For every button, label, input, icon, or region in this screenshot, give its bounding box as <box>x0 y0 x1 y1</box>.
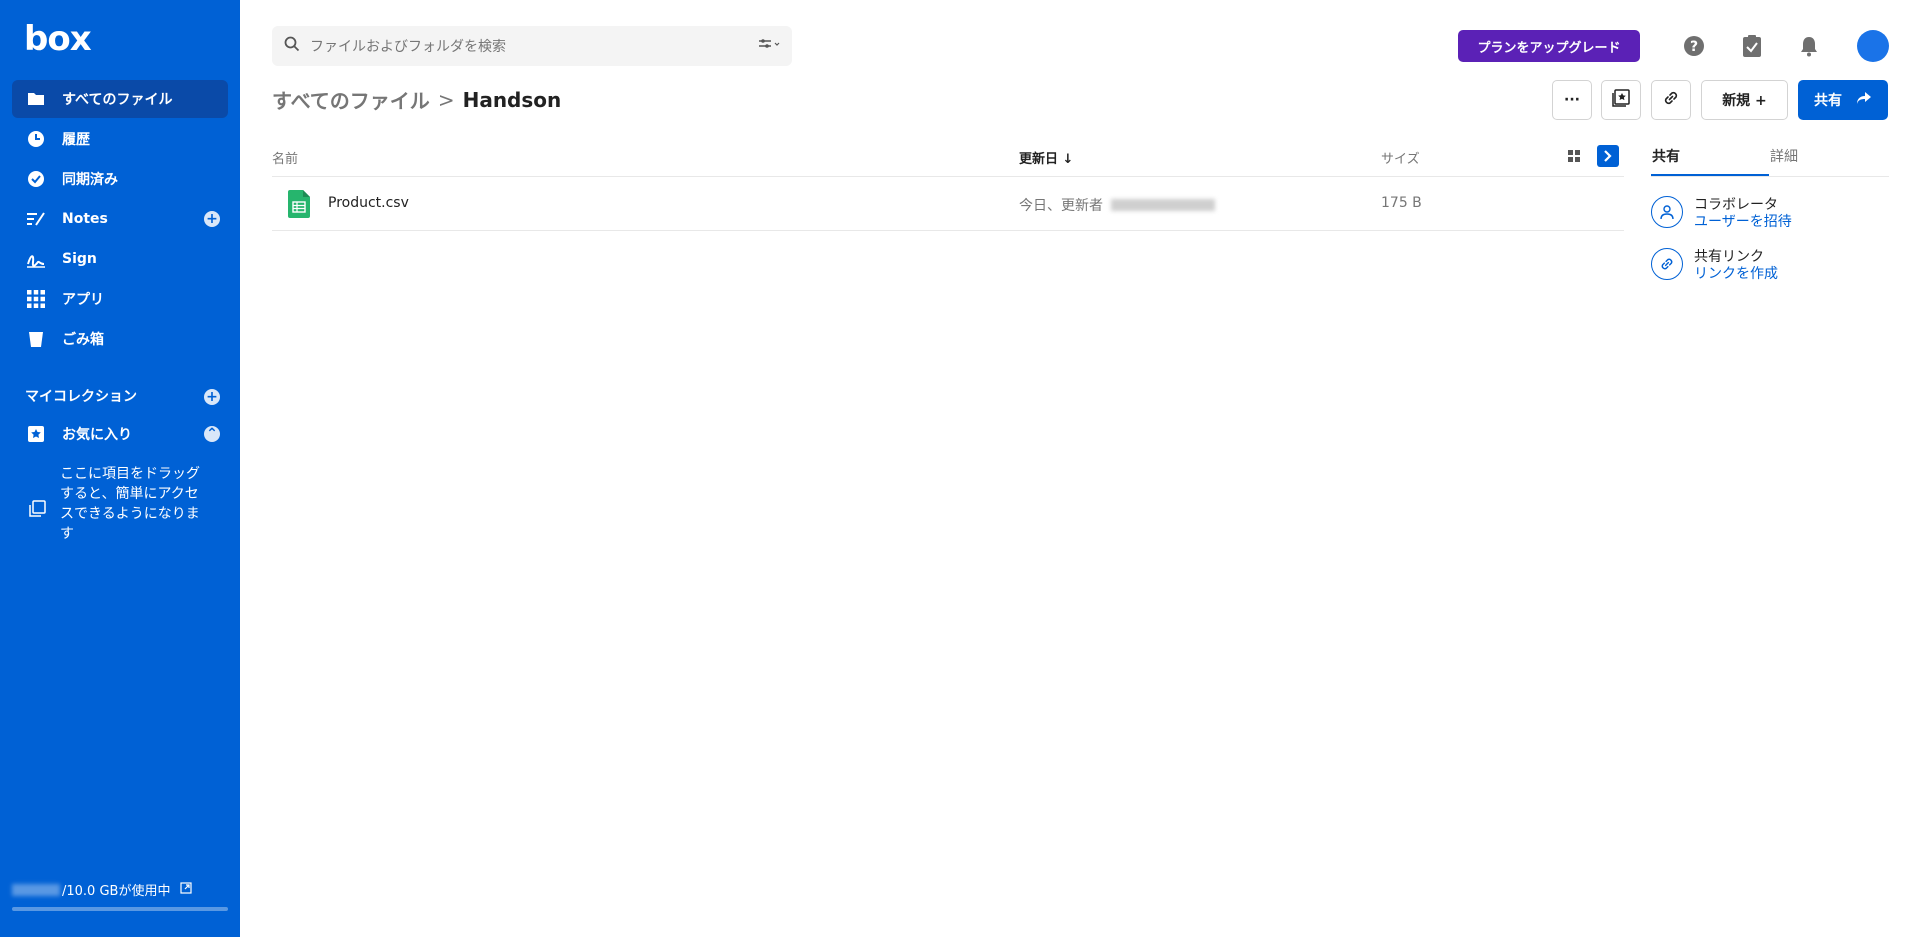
favorites-empty-hint: ここに項目をドラッグすると、簡単にアクセスできるようになります <box>28 464 228 544</box>
sidebar-item-all-files[interactable]: すべてのファイル <box>12 80 228 118</box>
upgrade-plan-button[interactable]: プランをアップグレード <box>1458 30 1640 62</box>
sidebar-item-sign[interactable]: Sign <box>12 240 228 278</box>
column-header-size[interactable]: サイズ <box>1381 148 1420 167</box>
favorites-icon <box>26 424 46 444</box>
trash-icon <box>26 329 46 349</box>
storage-label: /10.0 GBが使用中 <box>62 884 171 899</box>
storage-used-value <box>12 883 60 896</box>
storage-progress-bar <box>12 907 228 911</box>
modified-text: 今日、更新者 <box>1019 198 1103 214</box>
storage-usage: /10.0 GBが使用中 <box>12 880 193 899</box>
column-header-name[interactable]: 名前 <box>272 148 298 167</box>
collapse-favorites-icon[interactable]: ⌃ <box>204 426 220 442</box>
help-icon[interactable]: ? <box>1681 33 1707 59</box>
share-label: 共有 <box>1814 93 1842 109</box>
grid-view-icon[interactable] <box>1567 148 1581 167</box>
apps-grid-icon <box>26 289 46 309</box>
breadcrumb-root[interactable]: すべてのファイル <box>272 85 430 114</box>
sidebar-item-synced[interactable]: 同期済み <box>12 160 228 198</box>
sidebar-item-label: Notes <box>62 211 108 227</box>
user-avatar[interactable] <box>1857 30 1889 62</box>
invite-users-link[interactable]: ユーザーを招待 <box>1694 211 1792 231</box>
sidebar-item-trash[interactable]: ごみ箱 <box>12 320 228 358</box>
chevron-right-icon <box>1603 147 1613 166</box>
file-size: 175 B <box>1381 195 1422 211</box>
tab-details[interactable]: 詳細 <box>1770 146 1798 166</box>
collection-button[interactable] <box>1601 80 1641 120</box>
sidebar-item-label: 同期済み <box>62 172 118 188</box>
favorites-hint-text: ここに項目をドラッグすると、簡単にアクセスできるようになります <box>60 466 200 542</box>
collection-icon <box>1612 89 1630 111</box>
notification-bell-icon[interactable] <box>1796 33 1822 59</box>
share-button[interactable]: 共有 <box>1798 80 1888 120</box>
link-icon <box>1651 248 1683 280</box>
file-name[interactable]: Product.csv <box>328 195 409 211</box>
sidebar-item-label: すべてのファイル <box>62 92 173 108</box>
tab-divider <box>1651 176 1889 177</box>
sidebar-item-notes[interactable]: Notes + <box>12 200 228 238</box>
tasks-clipboard-icon[interactable] <box>1739 33 1765 59</box>
add-note-icon[interactable]: + <box>204 211 220 227</box>
breadcrumb-separator: > <box>437 87 455 112</box>
search-icon <box>284 36 300 56</box>
breadcrumb-current: Handson <box>462 87 562 112</box>
sidebar-item-label: アプリ <box>62 292 104 308</box>
notes-icon <box>26 209 46 229</box>
user-icon <box>1651 196 1683 228</box>
tab-share[interactable]: 共有 <box>1652 146 1680 166</box>
modifier-name-redacted <box>1111 199 1215 211</box>
sidebar-item-label: ごみ箱 <box>62 332 104 348</box>
more-options-button[interactable]: ··· <box>1552 80 1592 120</box>
toggle-sidebar-panel-button[interactable] <box>1597 145 1619 167</box>
share-arrow-icon <box>1856 91 1872 109</box>
filter-icon[interactable] <box>758 38 780 53</box>
link-icon <box>1662 89 1680 111</box>
file-modified: 今日、更新者 <box>1019 195 1215 215</box>
add-collection-icon[interactable]: + <box>204 389 220 405</box>
clock-icon <box>26 129 46 149</box>
sign-icon <box>26 249 46 269</box>
external-link-icon[interactable] <box>180 881 193 898</box>
breadcrumb: すべてのファイル > Handson <box>272 85 561 114</box>
new-button[interactable]: 新規 + <box>1701 80 1788 120</box>
copy-link-button[interactable] <box>1651 80 1691 120</box>
column-header-modified[interactable]: 更新日 ↓ <box>1019 148 1073 167</box>
csv-file-icon <box>288 190 310 222</box>
check-circle-icon <box>26 169 46 189</box>
collaborators-section: コラボレータ ユーザーを招待 <box>1651 192 1889 232</box>
search-placeholder: ファイルおよびフォルダを検索 <box>310 39 506 55</box>
copy-icon <box>28 500 46 544</box>
svg-text:?: ? <box>1690 39 1698 55</box>
sidebar-item-label: Sign <box>62 251 97 267</box>
folder-icon <box>26 89 46 109</box>
box-logo[interactable]: box <box>24 22 92 56</box>
shared-link-section: 共有リンク リンクを作成 <box>1651 244 1889 284</box>
sidebar-item-history[interactable]: 履歴 <box>12 120 228 158</box>
sidebar: box すべてのファイル 履歴 同期済み Notes + Sign アプリ ごみ… <box>0 0 240 937</box>
table-row[interactable]: Product.csv 今日、更新者 175 B <box>272 177 1624 231</box>
my-collections-label: マイコレクション <box>25 389 137 405</box>
sidebar-item-label: お気に入り <box>62 427 132 443</box>
create-link-link[interactable]: リンクを作成 <box>1694 263 1778 283</box>
sidebar-item-apps[interactable]: アプリ <box>12 280 228 318</box>
sidebar-item-label: 履歴 <box>62 132 90 148</box>
sidebar-item-favorites[interactable]: お気に入り ⌃ <box>12 415 228 453</box>
search-input[interactable]: ファイルおよびフォルダを検索 <box>272 26 792 66</box>
